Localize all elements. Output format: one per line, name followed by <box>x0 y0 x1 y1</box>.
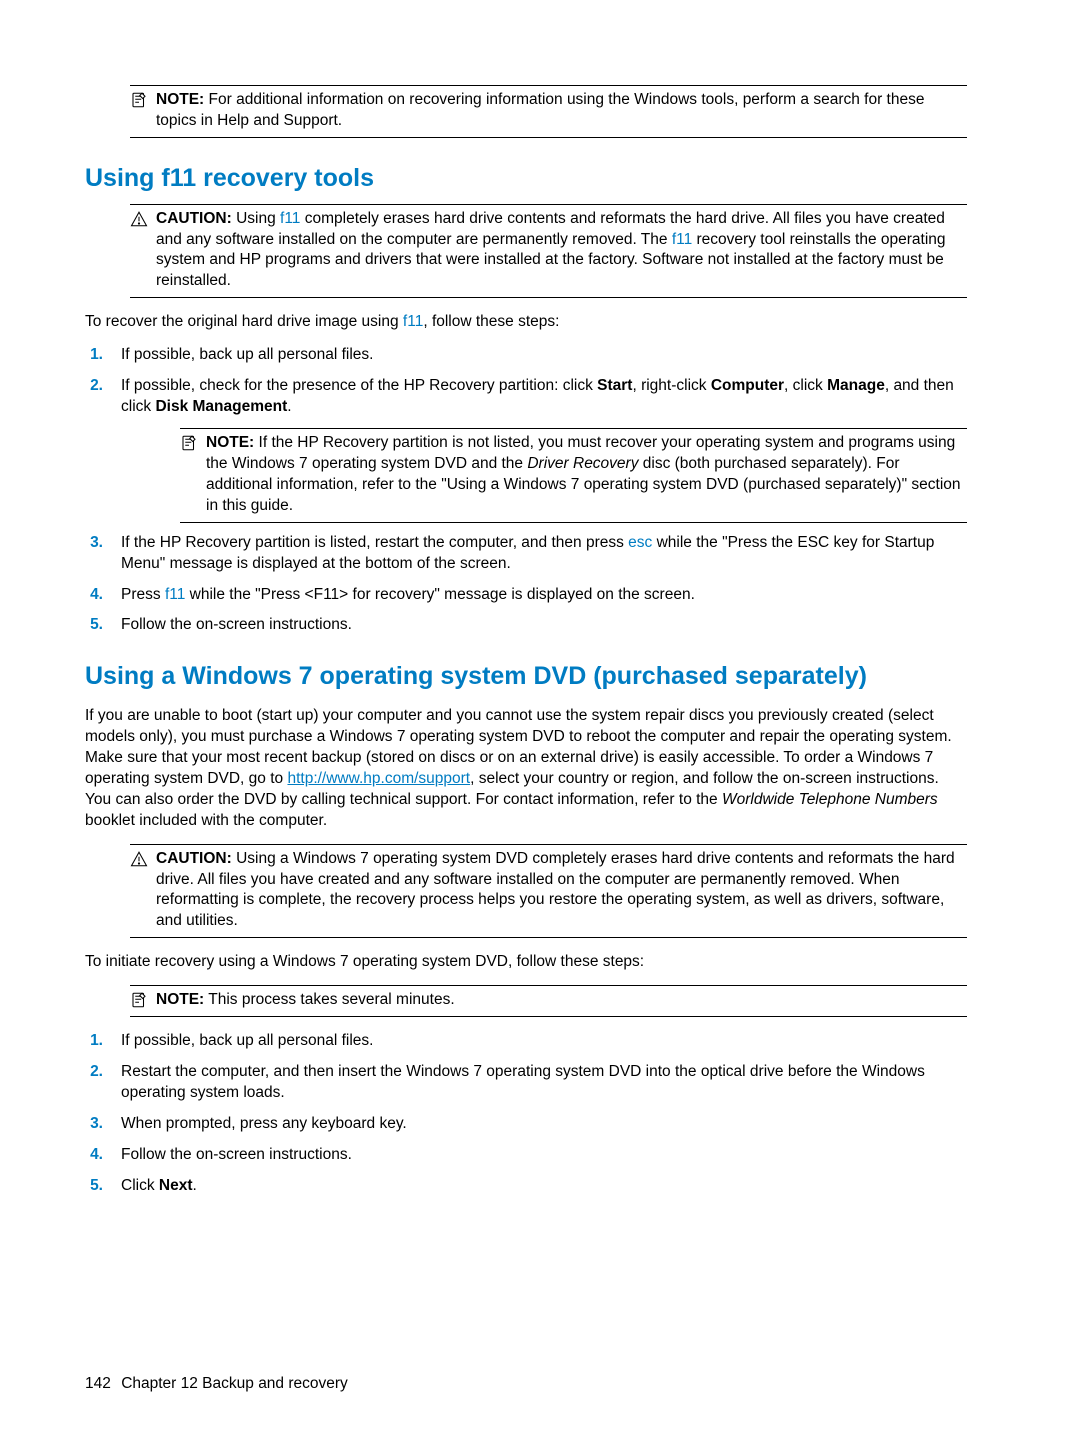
caution-label: CAUTION: <box>156 850 232 867</box>
step-text: If possible, check for the presence of t… <box>121 376 967 418</box>
caution-body: CAUTION: Using a Windows 7 operating sys… <box>156 849 967 933</box>
step-number: 4. <box>85 1145 103 1166</box>
step-item: 4. Follow the on-screen instructions. <box>85 1145 967 1166</box>
heading-f11-recovery: Using f11 recovery tools <box>85 162 967 196</box>
note-text: This process takes several minutes. <box>208 991 454 1008</box>
caution-label: CAUTION: <box>156 210 232 227</box>
step-text: Press f11 while the "Press <F11> for rec… <box>121 585 967 606</box>
step-text: If possible, back up all personal files. <box>121 345 967 366</box>
step-number: 1. <box>85 345 103 366</box>
caution-callout-win7: CAUTION: Using a Windows 7 operating sys… <box>130 844 967 939</box>
key-f11: f11 <box>403 313 423 330</box>
note-text: For additional information on recovering… <box>156 91 924 129</box>
step-text: When prompted, press any keyboard key. <box>121 1114 967 1135</box>
step-number: 4. <box>85 585 103 606</box>
win7-paragraph: If you are unable to boot (start up) you… <box>85 706 967 832</box>
key-f11: f11 <box>280 210 300 227</box>
step-number: 2. <box>85 1062 103 1083</box>
note-icon <box>130 91 148 109</box>
step-text: Restart the computer, and then insert th… <box>121 1062 967 1104</box>
note-callout-minutes: NOTE: This process takes several minutes… <box>130 985 967 1017</box>
key-esc: esc <box>628 534 652 551</box>
hp-support-link[interactable]: http://www.hp.com/support <box>287 770 470 787</box>
step-item: 5. Follow the on-screen instructions. <box>85 615 967 636</box>
chapter-label: Chapter 12 Backup and recovery <box>121 1375 348 1392</box>
caution-text: Using a Windows 7 operating system DVD c… <box>156 850 955 930</box>
note-label: NOTE: <box>156 91 204 108</box>
step-number: 5. <box>85 615 103 636</box>
note-callout-partition: NOTE: If the HP Recovery partition is no… <box>180 428 967 523</box>
note-icon <box>130 991 148 1009</box>
caution-icon <box>130 210 148 228</box>
step-item: 4. Press f11 while the "Press <F11> for … <box>85 585 967 606</box>
note-body: NOTE: This process takes several minutes… <box>156 990 967 1011</box>
note-icon <box>180 434 198 452</box>
step-number: 3. <box>85 533 103 554</box>
step-number: 2. <box>85 376 103 397</box>
caution-body: CAUTION: Using f11 completely erases har… <box>156 209 967 293</box>
step-text: If possible, back up all personal files. <box>121 1031 967 1052</box>
step-text: If the HP Recovery partition is listed, … <box>121 533 967 575</box>
caution-callout-f11: CAUTION: Using f11 completely erases har… <box>130 204 967 299</box>
win7-intro: To initiate recovery using a Windows 7 o… <box>85 952 967 973</box>
note-label: NOTE: <box>206 434 254 451</box>
key-f11: f11 <box>165 586 185 603</box>
key-f11: f11 <box>672 231 692 248</box>
step-text: Click Next. <box>121 1176 967 1197</box>
note-label: NOTE: <box>156 991 204 1008</box>
step-item: 1. If possible, back up all personal fil… <box>85 1031 967 1052</box>
step-item: 1. If possible, back up all personal fil… <box>85 345 967 366</box>
step-text: Follow the on-screen instructions. <box>121 615 967 636</box>
caution-icon <box>130 850 148 868</box>
step-item: 5. Click Next. <box>85 1176 967 1197</box>
step-number: 3. <box>85 1114 103 1135</box>
step-item: 3. If the HP Recovery partition is liste… <box>85 533 967 575</box>
step-number: 5. <box>85 1176 103 1197</box>
note-callout-top: NOTE: For additional information on reco… <box>130 85 967 138</box>
note-body: NOTE: For additional information on reco… <box>156 90 967 132</box>
step-item: 2. Restart the computer, and then insert… <box>85 1062 967 1104</box>
step-item: 2. If possible, check for the presence o… <box>85 376 967 418</box>
step-number: 1. <box>85 1031 103 1052</box>
note-body: NOTE: If the HP Recovery partition is no… <box>206 433 967 517</box>
page-footer: 142 Chapter 12 Backup and recovery <box>85 1374 348 1395</box>
heading-win7-dvd: Using a Windows 7 operating system DVD (… <box>85 660 967 694</box>
step-text: Follow the on-screen instructions. <box>121 1145 967 1166</box>
page-number: 142 <box>85 1375 111 1392</box>
steps-list-f11-cont: 3. If the HP Recovery partition is liste… <box>85 533 967 637</box>
steps-list-win7: 1. If possible, back up all personal fil… <box>85 1031 967 1197</box>
intro-text: To recover the original hard drive image… <box>85 312 967 333</box>
steps-list-f11: 1. If possible, back up all personal fil… <box>85 345 967 418</box>
step-item: 3. When prompted, press any keyboard key… <box>85 1114 967 1135</box>
